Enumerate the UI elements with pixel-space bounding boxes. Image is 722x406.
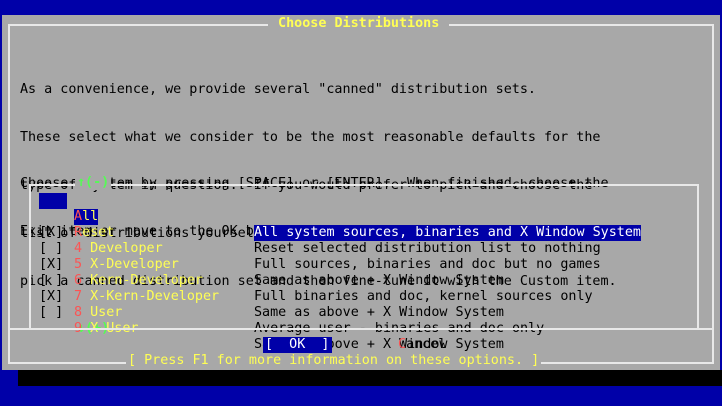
item-hotkey: 5	[74, 257, 83, 272]
cancel-button[interactable]: Cancel	[398, 337, 446, 353]
help-hint: [ Press F1 for more information on these…	[126, 353, 542, 369]
list-item-all[interactable]: [ ] All All system sources, binaries and…	[39, 177, 641, 241]
item-description: Full sources, binaries and doc but no ga…	[254, 257, 601, 272]
item-checkbox[interactable]: [ ]	[39, 305, 67, 321]
list-item-x-developer[interactable]: [ ] 5 X-Developer Same as above + X Wind…	[39, 225, 504, 288]
item-description: Full binaries and doc, kernel sources on…	[254, 289, 593, 304]
intro-line: As a convenience, we provide several "ca…	[20, 82, 536, 97]
item-description: Same as above + X Window System	[254, 305, 504, 320]
cancel-label-rest: ancel	[406, 337, 447, 352]
list-item-user[interactable]: [X] 8 User Average user - binaries and d…	[39, 273, 544, 336]
item-label-rest: User	[82, 305, 123, 320]
item-hotkey: 8	[74, 305, 83, 320]
list-item-reset[interactable]: Reset Reset selected distribution list t…	[39, 193, 601, 256]
item-label-rest: X-Kern-Developer	[82, 289, 220, 304]
button-divider	[8, 328, 714, 330]
item-hotkey: 4	[74, 241, 83, 256]
item-description: Reset selected distribution list to noth…	[254, 241, 601, 256]
dialog-title: Choose Distributions	[268, 16, 450, 32]
item-label-rest: ll	[82, 209, 99, 224]
item-label: All	[74, 209, 99, 225]
item-hotkey: R	[74, 225, 83, 240]
item-label-rest: Kern-Developer	[82, 273, 203, 288]
list-item-developer[interactable]: [X] 4 Developer Full sources, binaries a…	[39, 209, 601, 272]
item-label: 7 X-Kern-Developer	[74, 289, 219, 305]
list-item-x-user[interactable]: [ ] 9 X-User Same as above + X Window Sy…	[39, 289, 504, 352]
item-description: All system sources, binaries and X Windo…	[254, 225, 641, 241]
item-label-rest: Developer	[82, 241, 163, 256]
item-label: 8 User	[74, 305, 122, 321]
item-label: 5 X-Developer	[74, 257, 179, 273]
choose-distributions-dialog: Choose Distributions As a convenience, w…	[2, 15, 720, 370]
item-description: Same as above + X Window System	[254, 273, 504, 288]
dialog-shadow	[18, 370, 722, 386]
item-label: 6 Kern-Developer	[74, 273, 203, 289]
cancel-hotkey: C	[398, 337, 407, 352]
ok-button[interactable]: [ OK ]	[263, 337, 332, 353]
item-hotkey: 7	[74, 289, 83, 304]
item-label: Reset	[74, 225, 114, 241]
list-item-x-kern-developer[interactable]: [ ] 7 X-Kern-Developer Same as above + X…	[39, 257, 504, 320]
scroll-up-indicator[interactable]: ↑(-)	[75, 176, 112, 190]
item-hotkey: 6	[74, 273, 83, 288]
list-item-kern-developer[interactable]: [X] 6 Kern-Developer Full binaries and d…	[39, 241, 593, 304]
item-label: 4 Developer	[74, 241, 163, 257]
item-label-rest: X-Developer	[82, 257, 179, 272]
item-label-rest: eset	[82, 225, 115, 240]
item-hotkey: A	[74, 209, 83, 224]
